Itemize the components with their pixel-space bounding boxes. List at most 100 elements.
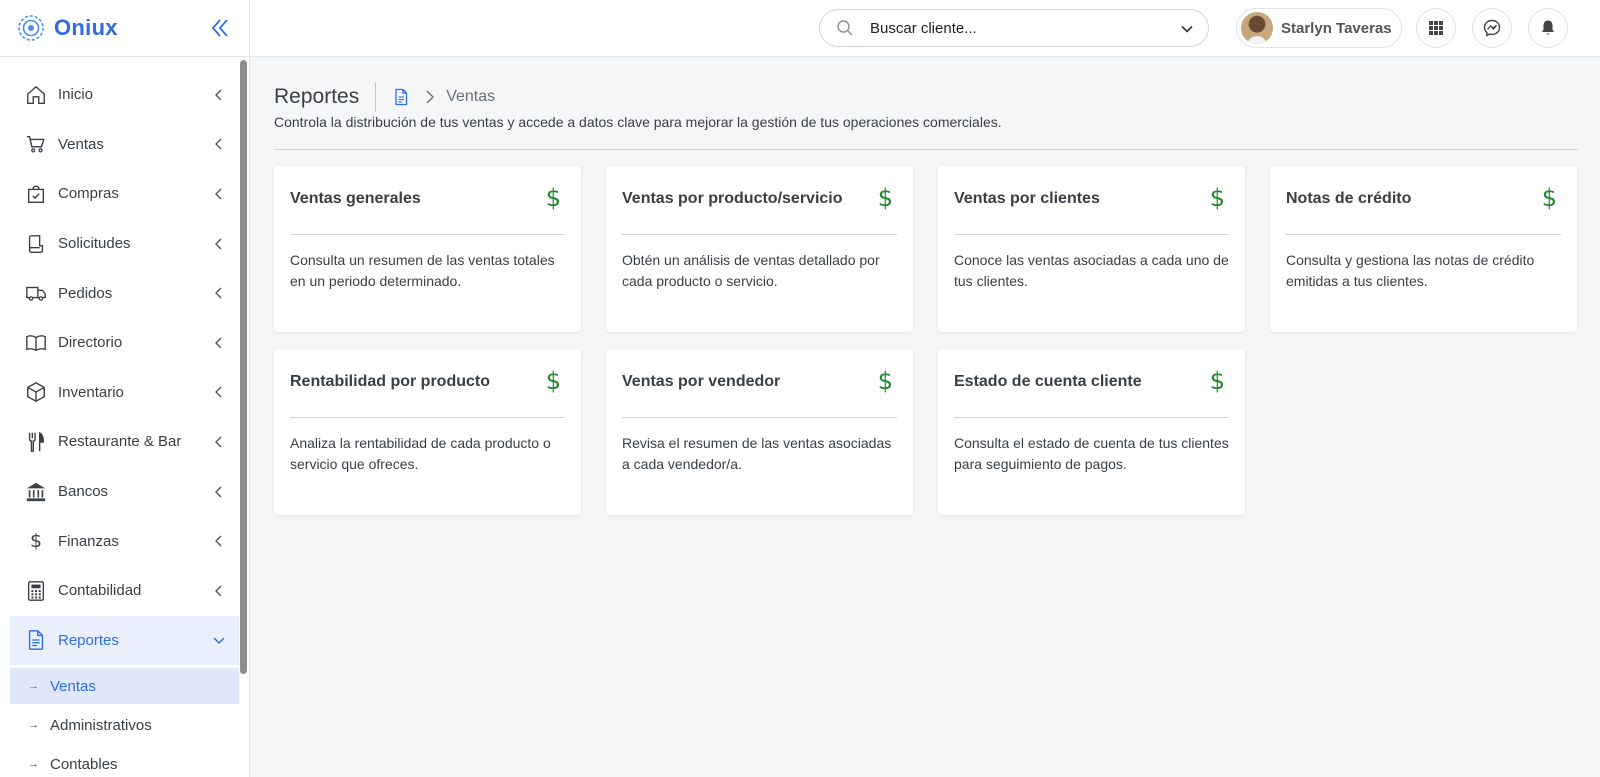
submenu-item-label: Contables — [50, 755, 118, 773]
sidebar-item-label: Pedidos — [58, 284, 113, 302]
submenu-item-ventas[interactable]: → Ventas — [10, 668, 239, 704]
dollar-icon: $ — [1209, 184, 1225, 212]
report-card-estado-cuenta-cliente[interactable]: Estado de cuenta cliente $ Consulta el e… — [938, 349, 1245, 515]
chevron-left-icon — [215, 386, 222, 398]
bell-icon — [1542, 20, 1554, 35]
submenu-item-label: Ventas — [50, 677, 96, 695]
divider — [290, 234, 565, 235]
sidebar-item-finanzas[interactable]: $ Finanzas — [10, 516, 239, 566]
chevron-down-icon — [1181, 25, 1193, 33]
sidebar-scrollbar[interactable] — [240, 60, 247, 674]
dollar-icon: $ — [1541, 184, 1557, 212]
submenu-item-contables[interactable]: → Contables — [10, 746, 239, 777]
card-title: Ventas generales — [290, 190, 421, 207]
divider — [375, 82, 377, 112]
chevron-left-icon — [215, 138, 222, 150]
sidebar-item-compras[interactable]: Compras — [10, 169, 239, 219]
divider — [274, 149, 1578, 150]
card-title: Ventas por vendedor — [622, 373, 781, 390]
messenger-icon — [1483, 19, 1501, 37]
sidebar-item-contabilidad[interactable]: Contabilidad — [10, 566, 239, 616]
chevron-left-icon — [215, 535, 222, 547]
card-title: Ventas por clientes — [954, 190, 1100, 207]
dollar-icon: $ — [545, 184, 561, 212]
sidebar-item-ventas[interactable]: Ventas — [10, 120, 239, 170]
dollar-icon: $ — [29, 530, 43, 553]
sidebar-item-label: Reportes — [58, 631, 119, 649]
sidebar-item-pedidos[interactable]: Pedidos — [10, 268, 239, 318]
report-card-ventas-generales[interactable]: Ventas generales $ Consulta un resumen d… — [274, 166, 581, 332]
document-icon[interactable] — [392, 88, 410, 106]
user-name: Starlyn Taveras — [1281, 19, 1392, 37]
receipt-icon — [24, 232, 48, 256]
sidebar-item-inicio[interactable]: Inicio — [10, 70, 239, 120]
sidebar-item-label: Contabilidad — [58, 582, 142, 600]
sidebar-item-reportes[interactable]: Reportes — [10, 615, 239, 666]
sidebar-item-label: Finanzas — [58, 532, 119, 550]
collapse-sidebar-button[interactable] — [206, 14, 234, 42]
top-bar: Buscar cliente... Starlyn Taveras — [250, 0, 1600, 57]
sidebar-item-bancos[interactable]: Bancos — [10, 467, 239, 517]
card-description: Revisa el resumen de las ventas asociada… — [622, 435, 892, 472]
submenu-item-administrativos[interactable]: → Administrativos — [10, 707, 239, 743]
sidebar-item-label: Inventario — [58, 383, 124, 401]
search-icon — [837, 20, 853, 36]
document-icon — [24, 628, 48, 652]
sidebar-menu: Inicio Ventas Compras Solicitudes Pedido… — [10, 70, 239, 666]
sidebar-item-label: Compras — [58, 185, 119, 203]
report-card-ventas-producto-servicio[interactable]: Ventas por producto/servicio $ Obtén un … — [606, 166, 913, 332]
card-description: Analiza la rentabilidad de cada producto… — [290, 435, 551, 472]
report-card-ventas-clientes[interactable]: Ventas por clientes $ Conoce las ventas … — [938, 166, 1245, 332]
sidebar-item-solicitudes[interactable]: Solicitudes — [10, 219, 239, 269]
notifications-button[interactable] — [1528, 8, 1568, 48]
divider — [1286, 234, 1561, 235]
apps-button[interactable] — [1416, 8, 1456, 48]
chevron-right-icon — [426, 90, 435, 104]
report-card-ventas-vendedor[interactable]: Ventas por vendedor $ Revisa el resumen … — [606, 349, 913, 515]
card-title: Estado de cuenta cliente — [954, 373, 1142, 390]
divider — [954, 234, 1229, 235]
sidebar-item-label: Ventas — [58, 135, 104, 153]
sidebar-item-label: Restaurante & Bar — [58, 433, 182, 451]
report-card-rentabilidad-producto[interactable]: Rentabilidad por producto $ Analiza la r… — [274, 349, 581, 515]
arrow-right-icon: → — [28, 758, 39, 770]
bank-icon — [24, 480, 48, 504]
divider — [290, 417, 565, 418]
grid-icon — [1429, 21, 1443, 35]
divider — [622, 417, 897, 418]
avatar — [1241, 12, 1273, 44]
chevron-left-icon — [215, 436, 222, 448]
sidebar-item-restaurante-bar[interactable]: Restaurante & Bar — [10, 417, 239, 467]
sidebar-item-directorio[interactable]: Directorio — [10, 318, 239, 368]
page-subtitle: Controla la distribución de tus ventas y… — [274, 114, 1002, 130]
cart-icon — [24, 132, 48, 156]
dollar-icon: $ — [545, 367, 561, 395]
double-chevron-left-icon — [211, 19, 228, 37]
messenger-button[interactable] — [1472, 8, 1512, 48]
card-description: Consulta y gestiona las notas de crédito… — [1286, 252, 1535, 289]
sidebar: Oniux Inicio Ventas Compras Solicitudes … — [0, 0, 250, 777]
calculator-icon — [24, 579, 48, 603]
report-card-notas-credito[interactable]: Notas de crédito $ Consulta y gestiona l… — [1270, 166, 1577, 332]
home-icon — [24, 83, 48, 107]
search-placeholder: Buscar cliente... — [870, 19, 977, 37]
client-search-input[interactable]: Buscar cliente... — [819, 9, 1209, 47]
bag-check-icon — [24, 182, 48, 206]
divider — [622, 234, 897, 235]
sidebar-item-label: Inicio — [58, 86, 94, 104]
chevron-left-icon — [215, 486, 222, 498]
card-description: Obtén un análisis de ventas detallado po… — [622, 252, 880, 289]
page-title: Reportes — [274, 85, 360, 108]
card-description: Consulta el estado de cuenta de tus clie… — [954, 435, 1229, 472]
sidebar-item-inventario[interactable]: Inventario — [10, 368, 239, 418]
brand: Oniux — [0, 0, 249, 57]
divider — [954, 417, 1229, 418]
arrow-right-icon: → — [28, 680, 39, 692]
book-icon — [24, 331, 48, 355]
chevron-down-icon — [213, 637, 225, 645]
user-menu-button[interactable]: Starlyn Taveras — [1236, 8, 1402, 48]
arrow-right-icon: → — [28, 719, 39, 731]
card-description: Conoce las ventas asociadas a cada uno d… — [954, 252, 1229, 289]
sidebar-item-label: Directorio — [58, 334, 123, 352]
chevron-left-icon — [215, 238, 222, 250]
